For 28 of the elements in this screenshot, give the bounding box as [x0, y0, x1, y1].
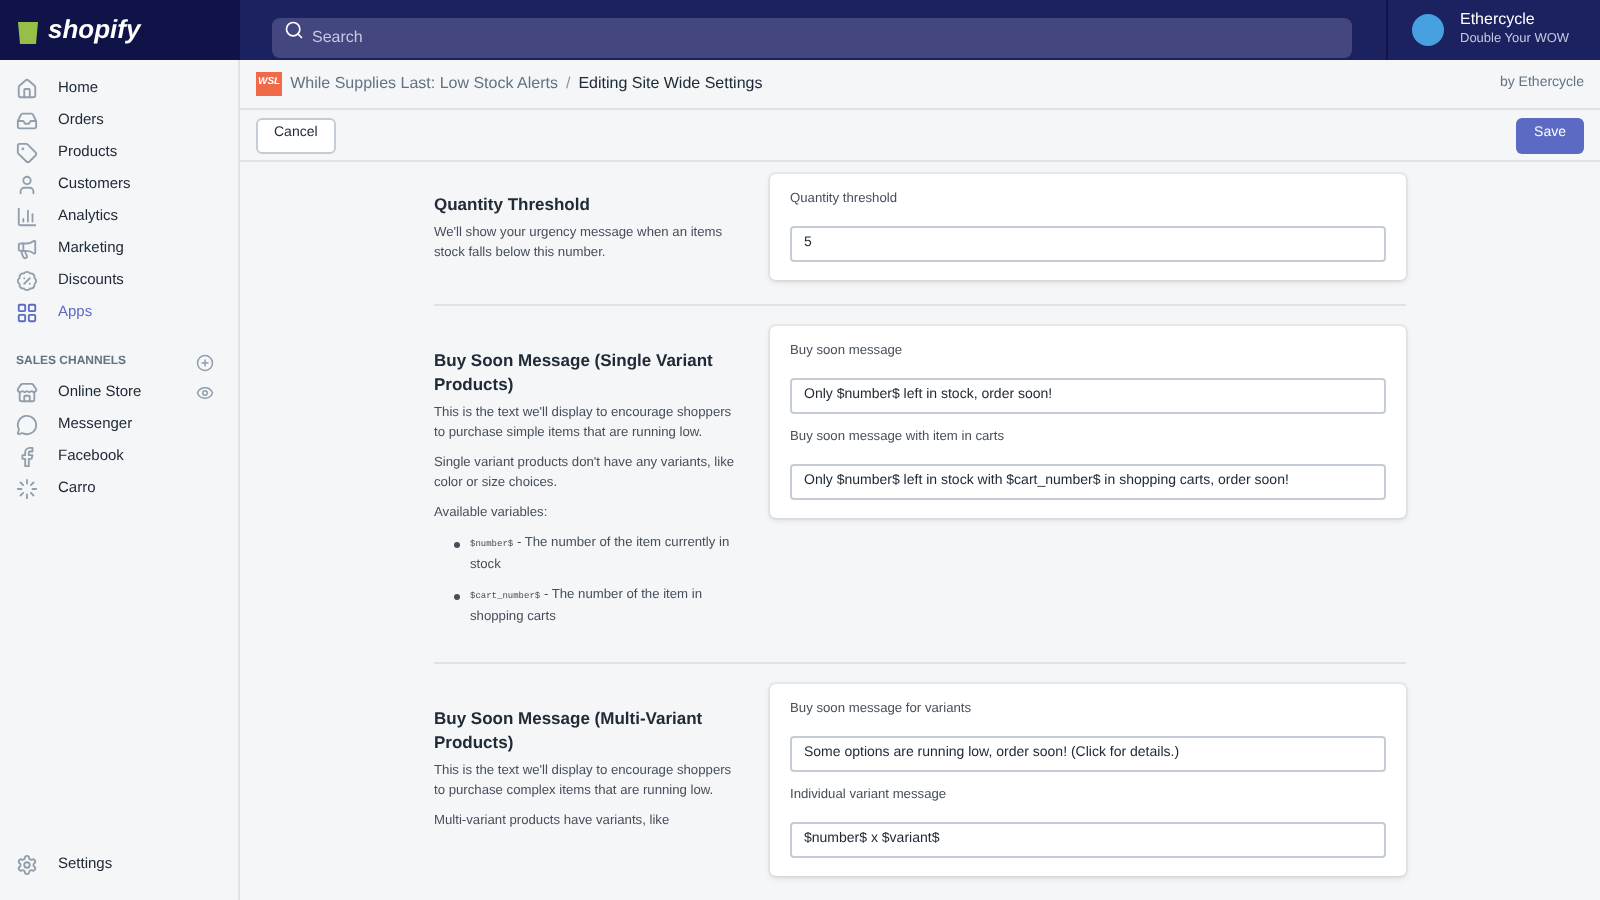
- chat-bubble-icon: [16, 413, 38, 435]
- app-name-link[interactable]: While Supplies Last: Low Stock Alerts: [290, 72, 558, 96]
- bullet-icon: [454, 594, 460, 600]
- bar-chart-icon: [16, 205, 38, 227]
- megaphone-icon: [16, 237, 38, 259]
- section-title: Buy Soon Message (Single Variant Products): [434, 348, 715, 396]
- search-icon: [284, 20, 304, 40]
- logo-text: shopify: [48, 12, 141, 49]
- tag-icon: [16, 141, 38, 163]
- facebook-icon: [16, 445, 38, 467]
- settings-icon: [16, 853, 38, 875]
- add-icon[interactable]: [196, 353, 214, 371]
- discount-icon: [16, 269, 38, 291]
- page-title: Editing Site Wide Settings: [578, 72, 763, 96]
- house-icon: [16, 77, 38, 99]
- breadcrumb-separator: /: [565, 72, 571, 96]
- person-icon: [16, 173, 38, 195]
- grid-icon: [16, 301, 38, 323]
- bullet-icon: [454, 542, 460, 548]
- search-field[interactable]: Search: [272, 17, 1352, 57]
- shopping-bag-icon: [16, 16, 40, 44]
- avatar[interactable]: [1412, 14, 1444, 46]
- store-name: Ethercycle: [1460, 10, 1537, 30]
- storefront-icon: [16, 381, 38, 403]
- eye-icon[interactable]: [196, 383, 214, 401]
- inbox-icon: [16, 109, 38, 131]
- section-title: Buy Soon Message (Multi-Variant Products): [434, 706, 705, 754]
- section-title: Quantity Threshold: [434, 192, 592, 216]
